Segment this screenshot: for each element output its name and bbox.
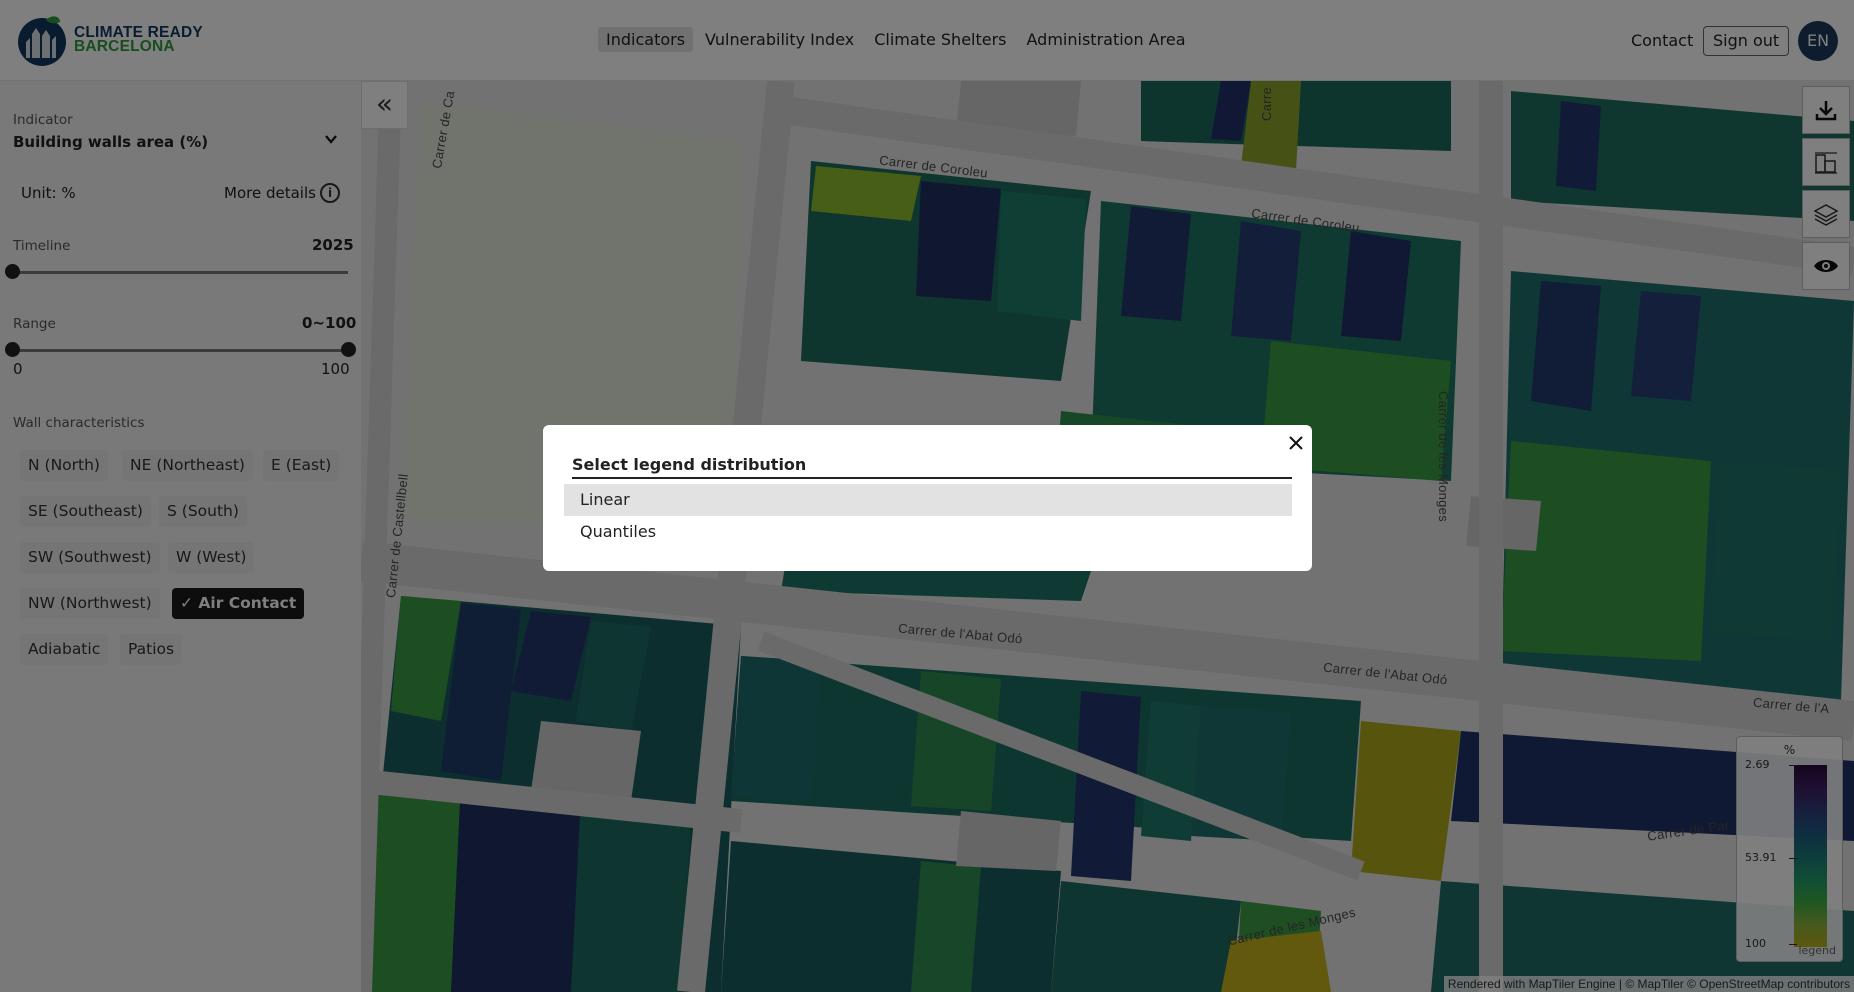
option-quantiles[interactable]: Quantiles [564,516,1292,548]
legend-distribution-dialog: Select legend distribution Linear Quanti… [543,425,1312,571]
option-linear[interactable]: Linear [564,484,1292,516]
close-icon[interactable] [1286,433,1306,453]
dialog-title: Select legend distribution [572,455,1292,479]
